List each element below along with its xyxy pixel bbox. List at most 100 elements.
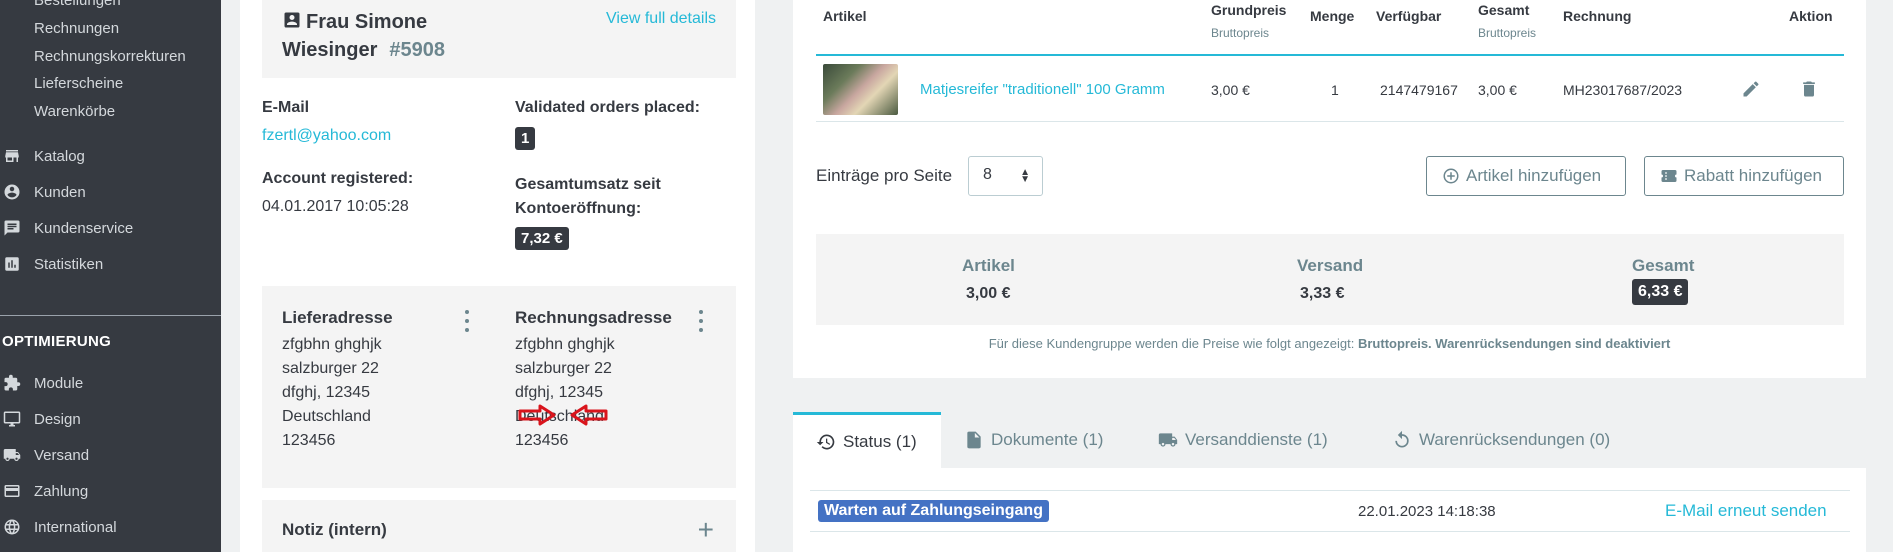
internal-note-box: Notiz (intern) +: [262, 500, 736, 552]
product-unit-price: 3,00 €: [1211, 82, 1250, 98]
add-circle-outline-icon: [1443, 168, 1459, 184]
product-invoice: MH23017687/2023: [1563, 82, 1683, 98]
sidebar-item-katalog[interactable]: Katalog: [0, 142, 85, 170]
store-icon: [2, 147, 22, 165]
sidebar-subitem-rechnungskorrekturen[interactable]: Rechnungskorrekturen: [34, 48, 186, 65]
account-circle-icon: [2, 183, 22, 201]
chat-icon: [2, 219, 22, 237]
credit-card-icon: [2, 482, 22, 500]
sidebar-subitem-lieferscheine[interactable]: Lieferscheine: [34, 75, 123, 92]
tab-versanddienste[interactable]: Versanddienste (1): [1135, 412, 1350, 468]
globe-icon: [2, 518, 22, 536]
sidebar-item-label: Versand: [34, 446, 90, 464]
sidebar-item-design[interactable]: Design: [0, 405, 81, 433]
delete-trash-icon[interactable]: [1799, 79, 1819, 99]
delivery-address-line: Deutschland: [282, 408, 371, 425]
summary-artikel-value: 3,00 €: [966, 285, 1011, 302]
status-table-top-line: [810, 490, 1850, 491]
sidebar-subitem-rechnungen[interactable]: Rechnungen: [34, 20, 119, 37]
document-icon: [967, 431, 981, 449]
summary-versand-label: Versand: [1297, 256, 1364, 275]
product-name-link[interactable]: Matjesreifer "traditionell" 100 Gramm: [920, 81, 1165, 98]
sidebar-item-label: Kundenservice: [34, 219, 134, 237]
order-products-card: Artikel Grundpreis Bruttopreis Menge Ver…: [793, 0, 1866, 378]
delivery-address-line: zfgbhn ghghjk: [282, 336, 382, 353]
summary-gesamt-label: Gesamt: [1632, 256, 1695, 275]
col-header-gesamt: Gesamt: [1478, 2, 1530, 18]
tab-warenruecksendungen[interactable]: Warenrücksendungen (0): [1369, 412, 1632, 468]
billing-address-line: salzburger 22: [515, 360, 612, 377]
revenue-badge: 7,32 €: [515, 227, 569, 250]
order-tabs: Status (1) Dokumente (1) Versanddienste …: [793, 412, 1866, 468]
edit-pencil-icon[interactable]: [1741, 79, 1761, 99]
col-header-verfuegbar: Verfügbar: [1376, 8, 1442, 24]
billing-address-title: Rechnungsadresse: [515, 308, 672, 327]
sidebar-item-international[interactable]: International: [0, 513, 117, 541]
annotation-arrow-left-icon: [570, 404, 608, 426]
history-icon: [816, 434, 835, 449]
sidebar-item-module[interactable]: Module: [0, 369, 83, 397]
sidebar-item-label: Module: [34, 374, 84, 392]
col-header-rechnung: Rechnung: [1563, 8, 1632, 24]
truck-icon: [2, 446, 22, 464]
per-page-label: Einträge pro Seite: [816, 166, 953, 185]
delivery-address-line: 123456: [282, 432, 336, 449]
orders-count-badge: 1: [515, 127, 536, 150]
table-row-divider: [816, 121, 1844, 122]
registered-label: Account registered:: [262, 170, 414, 187]
sidebar-item-statistiken[interactable]: Statistiken: [0, 250, 103, 278]
order-status-badge: Warten auf Zahlungseingang: [818, 500, 1049, 522]
account-box-icon: [282, 10, 302, 30]
sidebar-item-label: Design: [34, 410, 81, 428]
col-header-aktion: Aktion: [1789, 8, 1833, 24]
summary-versand-value: 3,33 €: [1300, 285, 1345, 302]
col-header-artikel: Artikel: [823, 8, 867, 24]
address-box: Lieferadresse zfgbhn ghghjk salzburger 2…: [262, 286, 736, 488]
sidebar-item-label: Katalog: [34, 147, 85, 165]
desktop-icon: [2, 410, 22, 428]
summary-artikel-label: Artikel: [962, 256, 1015, 275]
view-full-details-link[interactable]: View full details: [606, 10, 716, 28]
revenue-label: Gesamtumsatz seit Kontoeröffnung:: [515, 176, 661, 217]
product-total: 3,00 €: [1478, 82, 1517, 98]
col-header-menge: Menge: [1310, 8, 1355, 24]
select-caret-icon: ▲ ▼: [1020, 167, 1030, 185]
billing-address-line: zfgbhn ghghjk: [515, 336, 615, 353]
price-display-footnote: Für diese Kundengruppe werden die Preise…: [988, 336, 1671, 351]
tab-dokumente[interactable]: Dokumente (1): [941, 412, 1125, 468]
customer-id: #5908: [389, 39, 446, 61]
truck-icon: [1158, 433, 1178, 447]
sidebar-item-zahlung[interactable]: Zahlung: [0, 477, 88, 505]
sidebar-item-kunden[interactable]: Kunden: [0, 178, 86, 206]
per-page-select[interactable]: 8 ▲ ▼: [968, 156, 1043, 196]
tab-status[interactable]: Status (1): [793, 412, 941, 468]
sidebar-subitem-bestellungen[interactable]: Bestellungen: [34, 0, 121, 9]
undo-icon: [1395, 430, 1409, 448]
sidebar-item-label: Zahlung: [34, 482, 89, 500]
sidebar-item-label: International: [34, 518, 117, 536]
billing-address-menu-icon[interactable]: [696, 310, 706, 332]
status-date: 22.01.2023 14:18:38: [1358, 503, 1496, 520]
sidebar-subitem-warenkoerbe[interactable]: Warenkörbe: [34, 103, 115, 120]
summary-gesamt-badge: 6,33 €: [1632, 279, 1689, 305]
sidebar-item-kundenservice[interactable]: Kundenservice: [0, 214, 133, 242]
sidebar-item-label: Statistiken: [34, 255, 104, 273]
voucher-icon: [1661, 170, 1677, 182]
sidebar-divider: [0, 315, 221, 316]
delivery-address-line: salzburger 22: [282, 360, 379, 377]
status-table-bottom-line: [810, 531, 1850, 532]
add-discount-button[interactable]: Rabatt hinzufügen: [1644, 156, 1844, 196]
bar-chart-icon: [2, 255, 22, 273]
product-quantity: 1: [1331, 82, 1339, 98]
resend-email-link[interactable]: E-Mail erneut senden: [1665, 501, 1827, 521]
order-summary: Artikel 3,00 € Versand 3,33 € Gesamt 6,3…: [816, 234, 1844, 325]
sidebar-item-versand[interactable]: Versand: [0, 441, 89, 469]
billing-address-line: dfghj, 12345: [515, 384, 604, 401]
internal-note-title: Notiz (intern): [282, 520, 387, 539]
customer-email-link[interactable]: fzertl@yahoo.com: [262, 127, 391, 145]
add-note-plus-icon[interactable]: +: [698, 516, 714, 544]
delivery-address-menu-icon[interactable]: [462, 310, 472, 332]
add-product-button[interactable]: Artikel hinzufügen: [1426, 156, 1626, 196]
email-label: E-Mail: [262, 99, 310, 116]
col-subheader-bruttopreis: Bruttopreis: [1211, 26, 1270, 40]
